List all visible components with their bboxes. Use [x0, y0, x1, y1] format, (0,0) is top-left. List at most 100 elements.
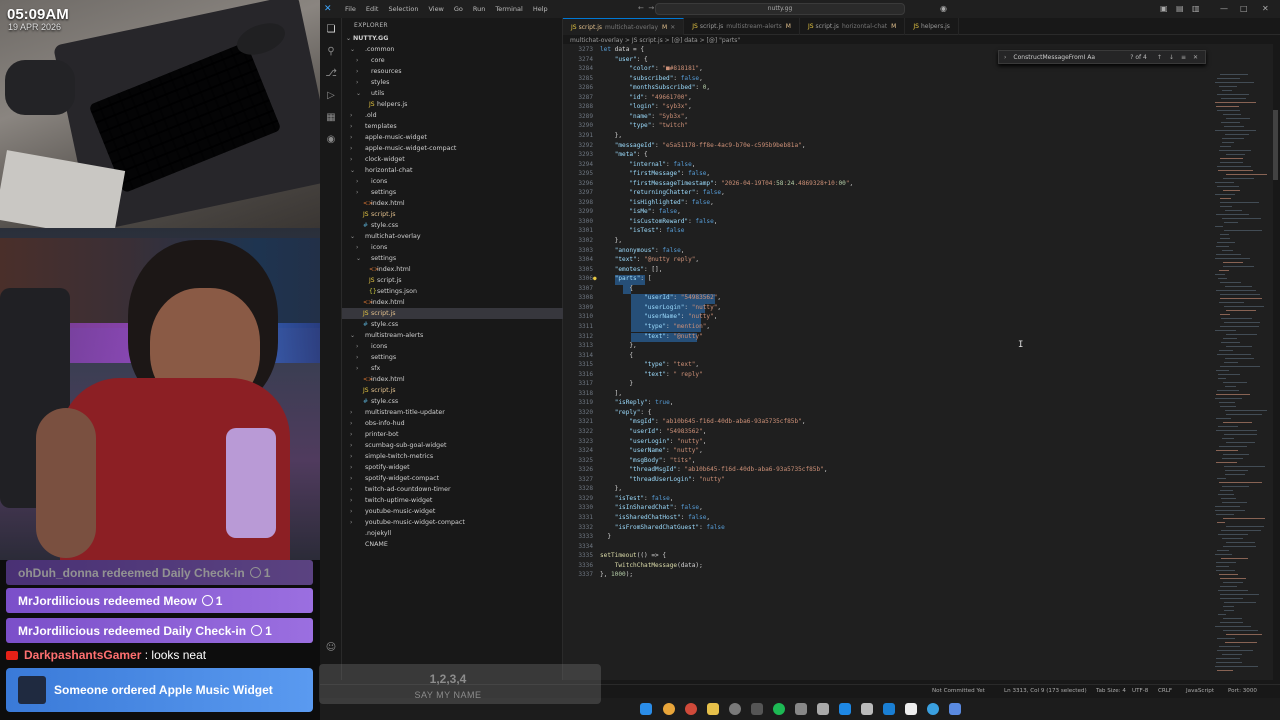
tree-item[interactable]: ⌄ multichat-overlay [350, 231, 421, 242]
menu-edit[interactable]: Edit [361, 5, 384, 13]
terminal-icon[interactable] [839, 703, 851, 715]
vscode-taskbar-icon[interactable] [883, 703, 895, 715]
browser-icon[interactable] [685, 703, 697, 715]
app-icon[interactable] [949, 703, 961, 715]
tree-item[interactable]: JS script.js [356, 209, 396, 220]
close-find-icon[interactable]: ✕ [1193, 54, 1198, 61]
source-control-icon[interactable]: ⎇ [325, 68, 337, 80]
remote-icon[interactable]: ◉ [325, 134, 337, 146]
explorer-icon[interactable]: ❏ [325, 24, 337, 36]
tree-item[interactable]: CNAME [350, 539, 388, 550]
menu-go[interactable]: Go [449, 5, 468, 13]
close-icon[interactable]: ✕ [1262, 4, 1269, 13]
maximize-icon[interactable]: □ [1240, 4, 1248, 13]
menu-file[interactable]: File [340, 5, 361, 13]
menu-terminal[interactable]: Terminal [490, 5, 527, 13]
tree-item[interactable]: # style.css [356, 319, 398, 330]
live-server-port[interactable]: Port: 3000 [1228, 688, 1257, 694]
workspace-root[interactable]: ⌄ NUTTY.GG [346, 33, 388, 44]
tree-item[interactable]: › settings [356, 187, 396, 198]
tree-item[interactable]: › core [356, 55, 385, 66]
tree-item[interactable]: {}settings.json [362, 286, 417, 297]
tree-item[interactable]: JS helpers.js [362, 99, 407, 110]
edge-icon[interactable] [927, 703, 939, 715]
tree-item[interactable]: › icons [356, 242, 387, 253]
arrow-up-icon[interactable]: ↑ [1157, 54, 1162, 61]
tree-item[interactable]: <>index.html [356, 198, 405, 209]
settings-icon[interactable] [729, 703, 741, 715]
menu-help[interactable]: Help [528, 5, 553, 13]
menu-run[interactable]: Run [468, 5, 490, 13]
nav-arrows-icon[interactable]: ← → [638, 4, 654, 12]
tree-item[interactable]: # style.css [356, 396, 398, 407]
tree-item[interactable]: › styles [356, 77, 389, 88]
tree-item[interactable]: › twitch-uptime-widget [350, 495, 432, 506]
tree-item[interactable]: › spotify-widget-compact [350, 473, 439, 484]
tab-helpers[interactable]: JS helpers.js [905, 18, 959, 35]
minimize-icon[interactable]: — [1220, 4, 1228, 13]
tree-item[interactable]: ⌄ settings [356, 253, 396, 264]
app-icon[interactable] [817, 703, 829, 715]
layout-icon[interactable]: ▣ [1160, 4, 1168, 13]
tree-item[interactable]: <>index.html [356, 374, 405, 385]
tree-item[interactable]: JS script.js [356, 385, 396, 396]
tree-item[interactable]: › simple-twitch-metrics [350, 451, 433, 462]
tree-item[interactable]: › youtube-music-widget [350, 506, 435, 517]
command-center-search[interactable]: nutty.gg [655, 3, 905, 15]
tree-item[interactable]: › clock-widget [350, 154, 405, 165]
scrollbar-thumb[interactable] [1273, 110, 1278, 180]
git-blame-status[interactable]: Not Committed Yet [932, 688, 985, 694]
arrow-down-icon[interactable]: ↓ [1169, 54, 1174, 61]
tool-icon[interactable] [795, 703, 807, 715]
tree-item[interactable]: # style.css [356, 220, 398, 231]
tree-item[interactable]: ⌄ utils [356, 88, 384, 99]
tree-item[interactable]: › .old [350, 110, 377, 121]
tree-item[interactable]: › multistream-title-updater [350, 407, 445, 418]
tree-item[interactable]: › obs-info-hud [350, 418, 405, 429]
tree-item[interactable]: <>index.html [362, 264, 411, 275]
tree-item[interactable]: JS script.js [362, 275, 402, 286]
copilot-icon[interactable]: ◉ [940, 4, 947, 13]
start-icon[interactable] [640, 703, 652, 715]
tree-item[interactable]: › resources [356, 66, 402, 77]
minimap[interactable] [1213, 44, 1273, 680]
cursor-position[interactable]: Ln 3313, Col 9 (173 selected) [1004, 688, 1087, 694]
menu-selection[interactable]: Selection [383, 5, 423, 13]
tab-script-horizontal[interactable]: JS script.js horizontal-chat M [800, 18, 906, 35]
lightbulb-icon[interactable]: ● [593, 275, 597, 282]
account-icon[interactable]: ☺ [325, 642, 337, 654]
code-editor[interactable]: 3273 let data = {3274 "user": {3284 "colo… [563, 44, 1213, 680]
close-tab-icon[interactable]: ✕ [670, 24, 675, 31]
chevron-right-icon[interactable]: › [1004, 54, 1006, 61]
find-input[interactable]: ConstructMessageFromI Aa [1013, 54, 1130, 61]
tree-item[interactable]: .nojekyll [350, 528, 391, 539]
tree-item[interactable]: › youtube-music-widget-compact [350, 517, 465, 528]
tree-item[interactable]: <>index.html [356, 297, 405, 308]
tree-item[interactable]: › scumbag-sub-goal-widget [350, 440, 447, 451]
encoding[interactable]: UTF-8 [1132, 688, 1148, 694]
tree-item[interactable]: ⌄ multistream-alerts [350, 330, 423, 341]
document-icon[interactable] [905, 703, 917, 715]
tree-item[interactable]: › spotify-widget [350, 462, 410, 473]
find-widget[interactable]: › ConstructMessageFromI Aa ? of 4 ↑ ↓ ≡ … [998, 50, 1206, 64]
tree-item[interactable]: › icons [356, 341, 387, 352]
tab-script-multichat[interactable]: JS script.js multichat-overlay M ✕ [563, 18, 685, 35]
tree-item[interactable]: › apple-music-widget-compact [350, 143, 456, 154]
tree-item[interactable]: ⌄ .common [350, 44, 394, 55]
chrome-icon[interactable] [663, 703, 675, 715]
tree-item[interactable]: › apple-music-widget [350, 132, 427, 143]
tree-item[interactable]: › icons [356, 176, 387, 187]
menu-icon[interactable]: ≡ [1181, 54, 1186, 61]
menu-view[interactable]: View [423, 5, 448, 13]
spotify-icon[interactable] [773, 703, 785, 715]
tree-item[interactable]: ⌄ horizontal-chat [350, 165, 412, 176]
tree-item[interactable]: › printer-bot [350, 429, 398, 440]
breadcrumb[interactable]: multichat-overlay > JS script.js > [@] d… [570, 37, 740, 44]
extensions-icon[interactable]: ▦ [325, 112, 337, 124]
panel-toggle-icon[interactable]: ▤ [1176, 4, 1184, 13]
tree-item[interactable]: JS script.js [356, 308, 396, 319]
tab-size[interactable]: Tab Size: 4 [1096, 688, 1126, 694]
language-mode[interactable]: JavaScript [1186, 688, 1214, 694]
run-debug-icon[interactable]: ▷ [325, 90, 337, 102]
app-icon[interactable] [751, 703, 763, 715]
